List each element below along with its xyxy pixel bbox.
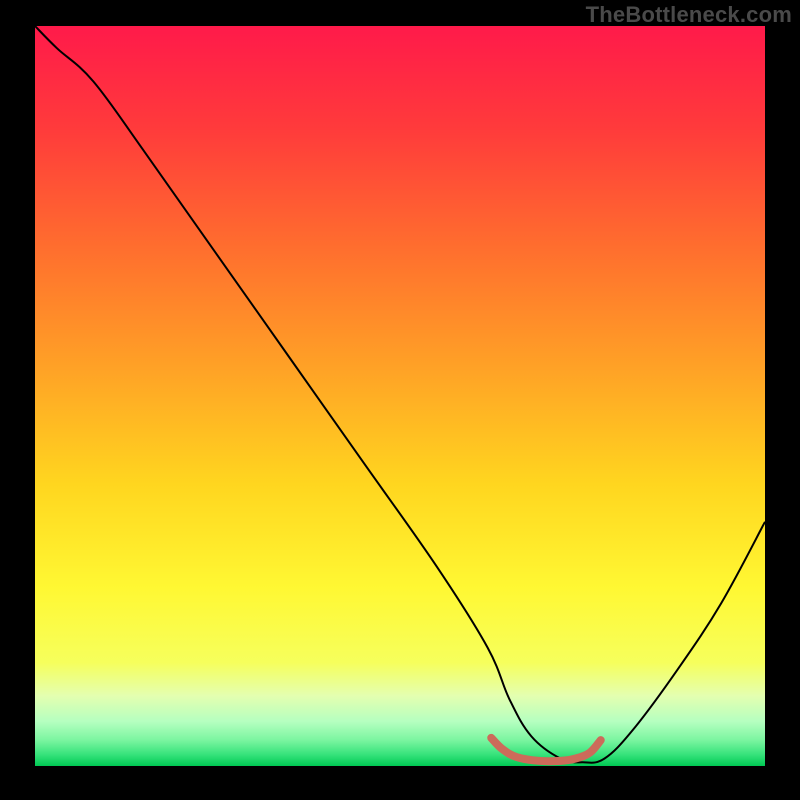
chart-curves bbox=[35, 26, 765, 766]
plot-area bbox=[35, 26, 765, 766]
chart-container: TheBottleneck.com bbox=[0, 0, 800, 800]
watermark-text: TheBottleneck.com bbox=[586, 2, 792, 28]
bottleneck-curve bbox=[35, 26, 765, 763]
